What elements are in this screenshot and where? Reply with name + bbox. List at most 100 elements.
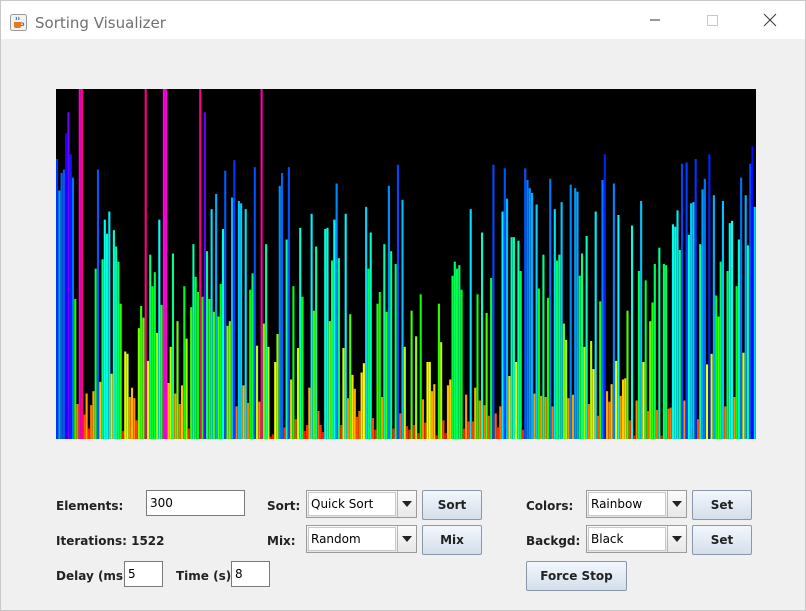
sort-bar: [144, 34, 147, 440]
sort-bar: [571, 394, 575, 439]
minimize-button[interactable]: [632, 1, 678, 39]
sort-bar: [362, 363, 365, 439]
sort-bar: [310, 213, 313, 439]
sort-bar: [524, 168, 527, 439]
mix-button[interactable]: Mix: [422, 525, 482, 555]
sort-bar: [94, 268, 97, 439]
sort-bar: [396, 164, 400, 439]
sort-bar: [156, 332, 159, 439]
sort-bar: [706, 364, 709, 439]
sort-bar: [196, 292, 200, 439]
elements-input[interactable]: [146, 490, 245, 516]
sort-bar: [694, 159, 697, 439]
sort-bar: [401, 199, 404, 439]
sort-bar: [651, 302, 654, 439]
maximize-button[interactable]: [689, 1, 735, 39]
delay-input[interactable]: [124, 561, 163, 587]
colors-set-button[interactable]: Set: [692, 490, 752, 520]
sort-bar: [671, 224, 675, 439]
force-stop-button[interactable]: Force Stop: [526, 561, 627, 591]
sort-bar: [476, 294, 479, 439]
sort-bar: [574, 188, 577, 439]
sort-bar: [69, 154, 72, 439]
mix-dropdown-arrow[interactable]: [397, 526, 416, 552]
sort-bar: [592, 369, 595, 439]
sort-bar: [658, 247, 661, 439]
sort-bar: [562, 323, 565, 439]
maximize-icon: [707, 15, 718, 26]
sort-bar: [390, 251, 393, 439]
sort-bar: [210, 209, 213, 439]
sort-bar: [321, 432, 325, 439]
sort-bar: [244, 209, 247, 439]
sort-bar: [328, 321, 331, 439]
sort-bar: [519, 271, 522, 439]
sort-bar: [99, 381, 102, 439]
elements-label: Elements:: [56, 499, 124, 513]
colors-label: Colors:: [526, 499, 574, 513]
sort-bar: [615, 360, 618, 439]
sort-bar: [610, 384, 613, 439]
mix-mode-value: Random: [308, 527, 396, 551]
sort-bar: [474, 387, 477, 439]
background-dropdown-arrow[interactable]: [667, 526, 686, 552]
sort-bar: [740, 177, 743, 440]
sort-bar: [281, 173, 284, 439]
sort-bar: [637, 271, 640, 439]
sort-bar: [360, 372, 363, 439]
background-label: Backgd:: [526, 534, 581, 548]
sort-bar: [140, 306, 143, 439]
sort-bar: [565, 339, 568, 439]
sort-button[interactable]: Sort: [422, 490, 482, 520]
sort-bar: [719, 261, 722, 439]
sort-bar: [340, 425, 343, 439]
sort-bar: [253, 167, 256, 440]
sort-bar: [715, 295, 718, 439]
sort-algorithm-select[interactable]: Quick Sort: [306, 490, 417, 518]
sort-bar: [533, 393, 536, 439]
sort-bar: [185, 338, 188, 439]
sort-bar: [567, 398, 570, 439]
sort-bar: [749, 163, 752, 440]
background-set-button[interactable]: Set: [692, 525, 752, 555]
sort-bar: [85, 393, 88, 439]
sort-bar: [699, 244, 702, 439]
sort-bar: [462, 428, 465, 439]
sort-bar: [121, 430, 125, 439]
sort-bar: [335, 183, 338, 439]
mix-mode-select[interactable]: Random: [306, 525, 417, 553]
sort-bar: [181, 385, 184, 439]
sort-bar: [74, 299, 77, 439]
sort-bar: [106, 233, 109, 439]
sort-dropdown-arrow[interactable]: [397, 491, 416, 517]
colors-dropdown-arrow[interactable]: [667, 491, 686, 517]
close-button[interactable]: [747, 1, 793, 39]
sort-bar: [301, 296, 304, 439]
time-input[interactable]: [231, 561, 270, 587]
sort-bar: [460, 289, 463, 439]
sort-bar: [676, 210, 679, 439]
sort-bar: [599, 301, 602, 439]
sort-bar: [296, 348, 300, 439]
sort-bar: [256, 345, 259, 439]
sort-bar: [356, 416, 359, 439]
sort-bar: [171, 253, 175, 439]
sort-bar: [285, 239, 288, 439]
sort-bar: [65, 133, 68, 439]
colors-select[interactable]: Rainbow: [586, 490, 687, 518]
chevron-down-icon: [672, 536, 682, 542]
sort-bar: [96, 169, 100, 439]
sort-bar: [385, 311, 388, 439]
background-select[interactable]: Black: [586, 525, 687, 553]
sort-bar: [240, 203, 243, 439]
sort-bar: [528, 188, 531, 439]
sort-bar: [269, 436, 272, 439]
sort-bar: [515, 362, 518, 439]
sort-bar: [78, 59, 81, 439]
title-bar[interactable]: Sorting Visualizer: [1, 1, 805, 39]
sort-bar: [376, 303, 379, 439]
sort-bar: [76, 404, 79, 439]
sort-bar: [176, 321, 179, 439]
iterations-counter: Iterations: 1522: [56, 534, 165, 548]
sort-bar: [626, 310, 629, 439]
